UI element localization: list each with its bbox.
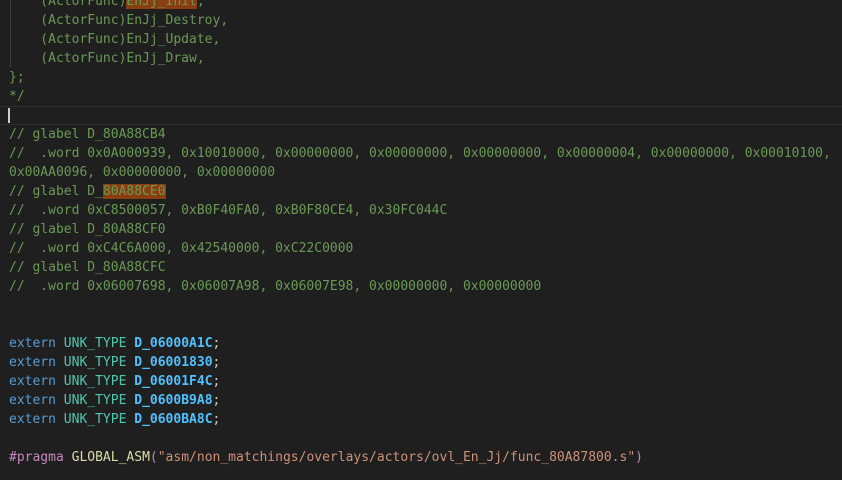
code-line[interactable]: extern UNK_TYPE D_06000A1C;	[0, 334, 842, 353]
code-token[interactable]: // .word 0x0A000939, 0x10010000, 0x00000…	[9, 146, 831, 161]
code-token[interactable]: */	[9, 89, 25, 104]
code-line[interactable]: // .word 0xC8500057, 0xB0F40FA0, 0xB0F80…	[0, 201, 842, 220]
editor-viewport: (ActorFunc)EnJj_Init, (ActorFunc)EnJj_De…	[0, 0, 842, 480]
code-token[interactable]: GLOBAL_ASM	[72, 450, 150, 465]
code-editor[interactable]: (ActorFunc)EnJj_Init, (ActorFunc)EnJj_De…	[0, 0, 842, 480]
code-line[interactable]: extern UNK_TYPE D_06001F4C;	[0, 372, 842, 391]
code-token[interactable]: // .word 0x06007698, 0x06007A98, 0x06007…	[9, 279, 541, 294]
code-token[interactable]: // glabel D_80A88CB4	[9, 127, 166, 142]
code-token[interactable]: ;	[213, 374, 221, 389]
code-token[interactable]: // glabel D_80A88CF0	[9, 222, 166, 237]
code-token[interactable]: (ActorFunc)EnJj_Update,	[9, 32, 220, 47]
code-token[interactable]: UNK_TYPE	[64, 336, 134, 351]
code-token[interactable]: extern	[9, 412, 64, 427]
code-token[interactable]: UNK_TYPE	[64, 412, 134, 427]
search-match-highlight[interactable]: EnJj_Init	[126, 0, 196, 9]
code-token[interactable]: (	[150, 450, 158, 465]
code-token[interactable]: UNK_TYPE	[64, 393, 134, 408]
code-token[interactable]: D_06000A1C	[134, 336, 212, 351]
code-token[interactable]: extern	[9, 393, 64, 408]
code-token[interactable]: 0x00AA0096, 0x00000000, 0x00000000	[9, 165, 275, 180]
code-token[interactable]: )	[635, 450, 643, 465]
code-line[interactable]	[0, 467, 842, 480]
code-token[interactable]: ;	[213, 393, 221, 408]
code-token[interactable]: "asm/non_matchings/overlays/actors/ovl_E…	[158, 450, 635, 465]
code-token[interactable]: extern	[9, 336, 64, 351]
code-line[interactable]: 0x00AA0096, 0x00000000, 0x00000000	[0, 163, 842, 182]
code-token[interactable]: // glabel D_80A88CFC	[9, 260, 166, 275]
code-line[interactable]: };	[0, 68, 842, 87]
code-token[interactable]: // .word 0xC8500057, 0xB0F40FA0, 0xB0F80…	[9, 203, 447, 218]
code-line[interactable]: (ActorFunc)EnJj_Destroy,	[0, 11, 842, 30]
code-token[interactable]: };	[9, 70, 25, 85]
code-line[interactable]: // .word 0xC4C6A000, 0x42540000, 0xC22C0…	[0, 239, 842, 258]
code-token[interactable]: D_0600BA8C	[134, 412, 212, 427]
code-line[interactable]: // glabel D_80A88CF0	[0, 220, 842, 239]
code-line[interactable]: // glabel D_80A88CE0	[0, 182, 842, 201]
code-token[interactable]: (ActorFunc)	[9, 0, 126, 9]
code-token[interactable]: #pragma	[9, 450, 72, 465]
code-line[interactable]: extern UNK_TYPE D_0600BA8C;	[0, 410, 842, 429]
code-line[interactable]: (ActorFunc)EnJj_Update,	[0, 30, 842, 49]
code-line[interactable]	[0, 296, 842, 315]
code-line-current[interactable]	[0, 106, 842, 125]
code-token[interactable]: extern	[9, 374, 64, 389]
code-line[interactable]: (ActorFunc)EnJj_Init,	[0, 0, 842, 11]
code-token[interactable]: ;	[213, 412, 221, 427]
code-token[interactable]: UNK_TYPE	[64, 374, 134, 389]
code-line[interactable]: extern UNK_TYPE D_06001830;	[0, 353, 842, 372]
code-line[interactable]	[0, 315, 842, 334]
search-match-highlight[interactable]: 80A88CE0	[103, 184, 166, 199]
code-token[interactable]: ;	[213, 336, 221, 351]
code-token[interactable]: (ActorFunc)EnJj_Destroy,	[9, 13, 228, 28]
code-token[interactable]: D_0600B9A8	[134, 393, 212, 408]
code-line[interactable]: extern UNK_TYPE D_0600B9A8;	[0, 391, 842, 410]
code-line[interactable]: // .word 0x0A000939, 0x10010000, 0x00000…	[0, 144, 842, 163]
code-line[interactable]: #pragma GLOBAL_ASM("asm/non_matchings/ov…	[0, 448, 842, 467]
code-line[interactable]: (ActorFunc)EnJj_Draw,	[0, 49, 842, 68]
code-line[interactable]: // glabel D_80A88CFC	[0, 258, 842, 277]
code-token[interactable]: (ActorFunc)EnJj_Draw,	[9, 51, 205, 66]
code-line[interactable]: */	[0, 87, 842, 106]
code-token[interactable]: // .word 0xC4C6A000, 0x42540000, 0xC22C0…	[9, 241, 353, 256]
code-token[interactable]: ;	[213, 355, 221, 370]
code-line[interactable]: // .word 0x06007698, 0x06007A98, 0x06007…	[0, 277, 842, 296]
code-token[interactable]: // glabel D_	[9, 184, 103, 199]
code-line[interactable]: // glabel D_80A88CB4	[0, 125, 842, 144]
text-cursor	[8, 108, 10, 123]
code-token[interactable]: extern	[9, 355, 64, 370]
code-token[interactable]: ,	[197, 0, 205, 9]
code-token[interactable]: D_06001830	[134, 355, 212, 370]
code-token[interactable]: D_06001F4C	[134, 374, 212, 389]
code-line[interactable]	[0, 429, 842, 448]
code-token[interactable]: UNK_TYPE	[64, 355, 134, 370]
